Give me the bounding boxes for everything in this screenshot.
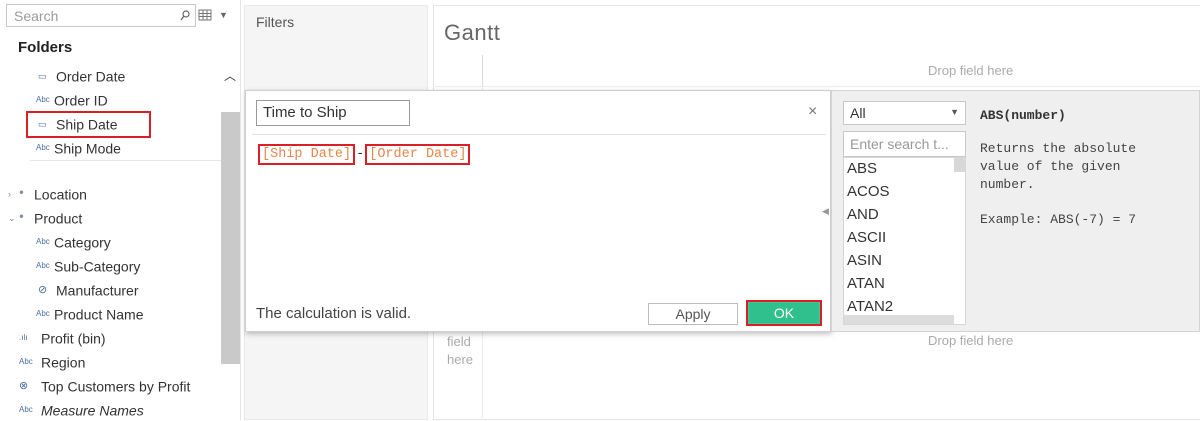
filters-label: Filters [256,14,295,30]
field-measure-names[interactable]: Abc Measure Names [19,398,144,420]
abc-icon: Abc [19,405,33,415]
field-order-id[interactable]: Abc Order ID [36,88,108,110]
function-signature: ABS(number) [980,108,1066,123]
close-icon[interactable]: × [808,103,817,121]
hierarchy-icon: ꔷ [19,188,24,200]
collapse-arrow-icon[interactable]: ◀ [822,206,829,217]
drop-field-bottom[interactable]: Drop field here [928,333,1013,348]
divider [30,160,221,161]
function-item[interactable]: ATAN2 [847,298,893,315]
field-location[interactable]: › ꔷ Location [8,182,87,204]
chevron-down-icon: ▼ [950,107,959,117]
abc-icon: Abc [36,95,50,105]
chevron-down-icon[interactable]: ⌄ [8,207,19,229]
field-top-customers[interactable]: ⊗ Top Customers by Profit [19,374,190,396]
ok-button-label: OK [749,303,819,323]
field-profit-bin[interactable]: .ılı Profit (bin) [19,326,106,348]
field-token-order-date[interactable]: [Order Date] [365,144,471,165]
histogram-icon: .ılı [19,333,28,343]
drop-field-top[interactable]: Drop field here [928,63,1013,78]
formula-operator: - [356,147,365,162]
grid-view-icon[interactable] [198,8,212,22]
function-item[interactable]: ASIN [847,252,882,269]
search-icon [180,10,190,21]
field-manufacturer[interactable]: ⊘ Manufacturer [38,278,138,300]
abc-icon: Abc [36,309,50,319]
pane-scrollbar[interactable] [221,112,240,364]
folders-title: Folders [18,39,73,56]
field-sub-category[interactable]: Abc Sub-Category [36,254,140,276]
function-list[interactable]: ABS ACOS AND ASCII ASIN ATAN ATAN2 [843,157,966,325]
search-input[interactable]: Search [6,4,196,27]
function-item[interactable]: ATAN [847,275,885,292]
apply-button[interactable]: Apply [648,303,738,325]
hierarchy-icon: ꔷ [19,212,24,224]
calendar-icon: ▭ [38,71,47,82]
function-category-value: All [850,105,866,121]
validation-status: The calculation is valid. [256,305,412,322]
function-item[interactable]: AND [847,206,879,223]
function-example: Example: ABS(-7) = 7 [980,212,1137,227]
abc-icon: Abc [36,237,50,247]
function-item[interactable]: ACOS [847,183,890,200]
field-category[interactable]: Abc Category [36,230,111,252]
search-placeholder: Search [14,8,59,24]
ship-date-highlight [26,111,151,138]
divider [482,55,483,90]
field-region[interactable]: Abc Region [19,350,85,372]
chevron-up-icon[interactable]: ︿ [224,67,236,84]
calculation-dialog [245,90,831,332]
chevron-right-icon[interactable]: › [8,183,19,205]
field-product[interactable]: ⌄ ꔷ Product [8,206,82,228]
field-product-name[interactable]: Abc Product Name [36,302,143,324]
ok-button[interactable]: OK [746,300,822,326]
divider [252,134,826,135]
paperclip-icon: ⊘ [38,284,48,297]
field-token-ship-date[interactable]: [Ship Date] [258,144,356,165]
function-description: Returns the absolute value of the given … [980,141,1137,192]
list-scrollbar[interactable] [954,158,965,172]
set-icon: ⊗ [19,380,29,393]
divider [433,86,1200,87]
abc-icon: Abc [36,261,50,271]
abc-icon: Abc [19,357,33,367]
drop-field-left[interactable]: field here [447,333,479,369]
function-item[interactable]: ASCII [847,229,886,246]
formula-editor[interactable]: [Ship Date] - [Order Date] [258,144,471,166]
field-ship-mode[interactable]: Abc Ship Mode [36,136,121,158]
calculation-name-input[interactable]: Time to Ship [256,100,410,126]
sheet-title: Gantt [444,20,501,45]
function-category-select[interactable]: All ▼ [843,101,966,125]
list-horizontal-scrollbar[interactable] [844,315,954,324]
function-search-input[interactable]: Enter search t... [843,131,966,157]
abc-icon: Abc [36,143,50,153]
function-item[interactable]: ABS [847,160,877,177]
field-order-date[interactable]: ▭ Order Date [38,64,125,86]
chevron-down-icon[interactable]: ▼ [219,10,228,20]
